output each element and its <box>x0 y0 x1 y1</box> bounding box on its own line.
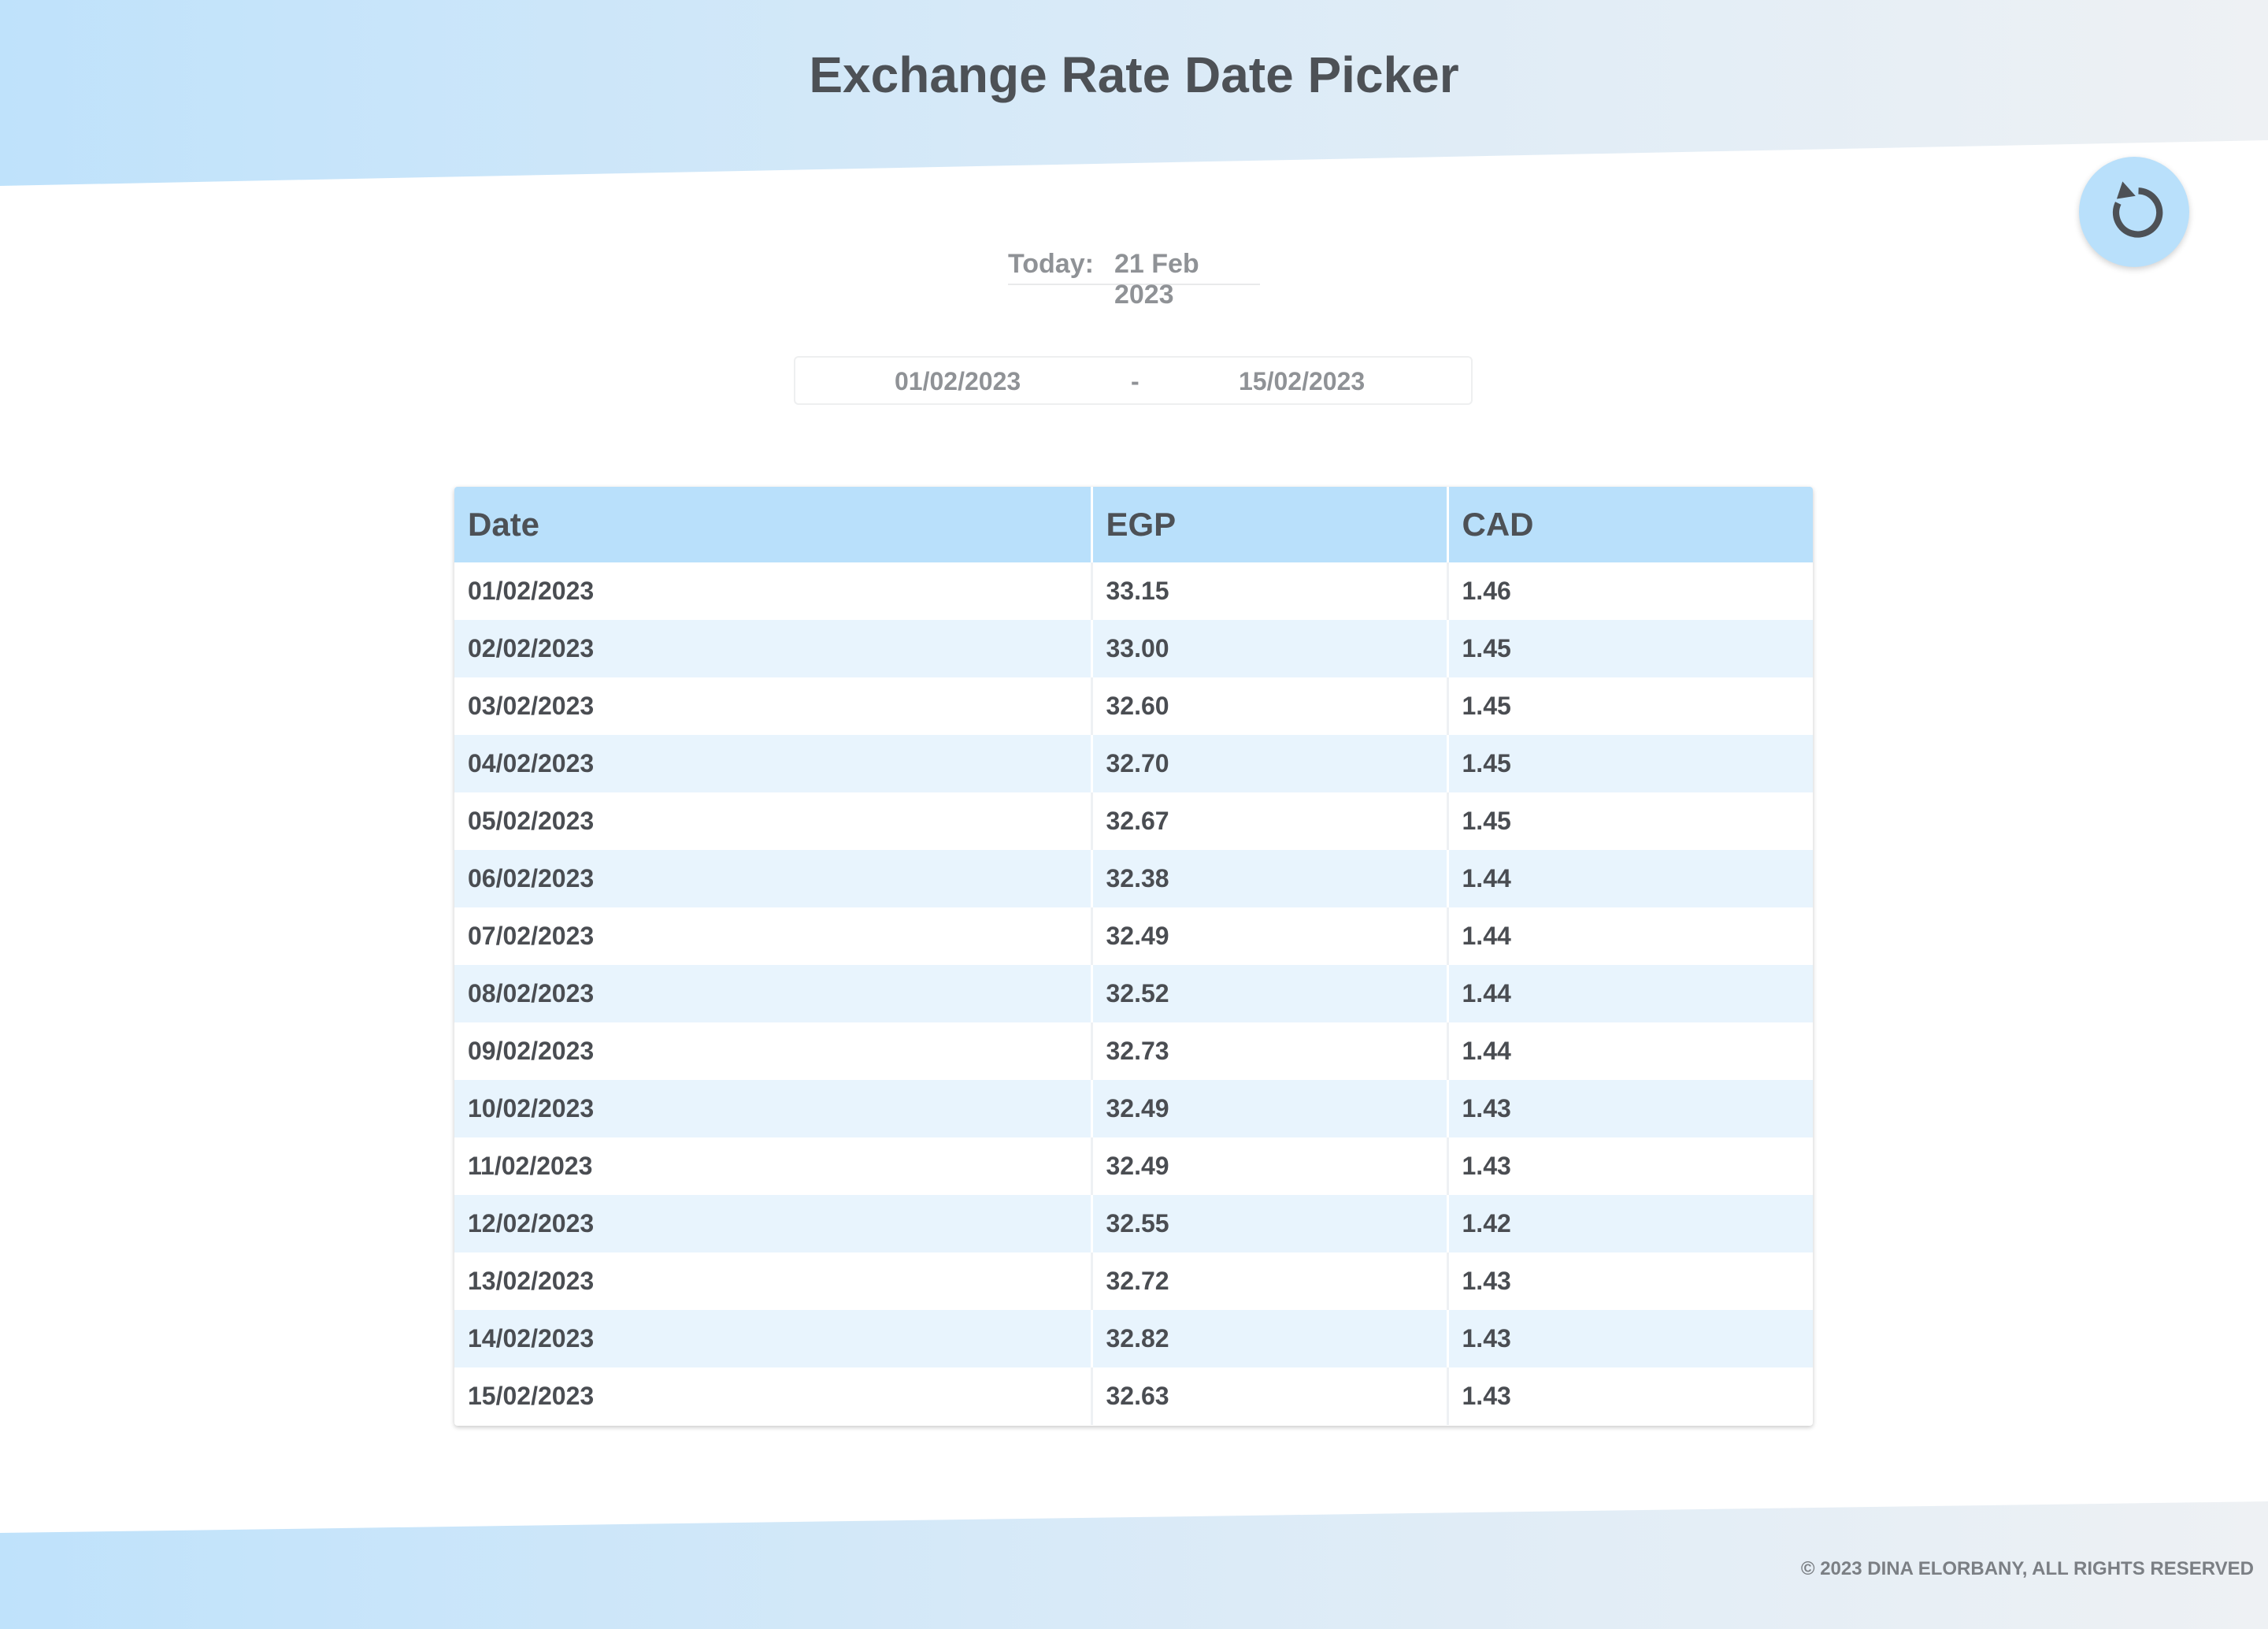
cell-date: 11/02/2023 <box>454 1137 1093 1195</box>
cell-date: 06/02/2023 <box>454 850 1093 907</box>
cell-egp: 33.00 <box>1091 620 1449 677</box>
cell-cad: 1.44 <box>1462 864 1511 892</box>
cell-egp: 32.49 <box>1091 1080 1449 1137</box>
table-row: 13/02/2023 32.72 1.43 <box>454 1252 1813 1310</box>
cell-date: 03/02/2023 <box>454 677 1093 735</box>
range-end-date[interactable]: 15/02/2023 <box>1239 367 1365 396</box>
cell-egp: 32.82 <box>1091 1310 1449 1367</box>
cell-cad: 1.43 <box>1462 1267 1511 1295</box>
cell-date: 07/02/2023 <box>454 907 1093 965</box>
cell-date: 14/02/2023 <box>454 1310 1093 1367</box>
cell-egp: 32.73 <box>1091 1022 1449 1080</box>
cell-cad: 1.44 <box>1462 922 1511 950</box>
cell-cad: 1.45 <box>1462 749 1511 777</box>
table-row: 01/02/2023 33.15 1.46 <box>454 562 1813 620</box>
cell-cad: 1.43 <box>1462 1382 1511 1410</box>
refresh-button[interactable] <box>2079 157 2189 267</box>
cell-date: 15/02/2023 <box>454 1367 1093 1425</box>
cell-date: 12/02/2023 <box>454 1195 1093 1252</box>
today-label: Today: <box>1008 249 1094 279</box>
cell-date: 01/02/2023 <box>454 562 1093 620</box>
table-row: 11/02/2023 32.49 1.43 <box>454 1137 1813 1195</box>
cell-cad: 1.45 <box>1462 807 1511 835</box>
cell-egp: 32.49 <box>1091 1137 1449 1195</box>
column-header-date: Date <box>454 487 1093 562</box>
cell-cad: 1.42 <box>1462 1209 1511 1238</box>
cell-egp: 32.70 <box>1091 735 1449 792</box>
table-row: 09/02/2023 32.73 1.44 <box>454 1022 1813 1080</box>
cell-cad: 1.44 <box>1462 1037 1511 1065</box>
range-separator: - <box>1131 367 1140 395</box>
table-row: 05/02/2023 32.67 1.45 <box>454 792 1813 850</box>
cell-cad: 1.45 <box>1462 634 1511 662</box>
cell-cad: 1.46 <box>1462 577 1511 605</box>
page-title: Exchange Rate Date Picker <box>809 46 1459 103</box>
cell-cad: 1.43 <box>1462 1324 1511 1353</box>
cell-egp: 32.60 <box>1091 677 1449 735</box>
cell-egp: 32.67 <box>1091 792 1449 850</box>
cell-egp: 32.63 <box>1091 1367 1449 1425</box>
table-row: 04/02/2023 32.70 1.45 <box>454 735 1813 792</box>
refresh-icon <box>2112 181 2163 238</box>
table-row: 03/02/2023 32.60 1.45 <box>454 677 1813 735</box>
cell-cad: 1.45 <box>1462 692 1511 720</box>
cell-egp: 32.52 <box>1091 965 1449 1022</box>
exchange-rate-table: Date EGP CAD 01/02/2023 33.15 1.46 02/02… <box>454 487 1813 1426</box>
column-header-egp: EGP <box>1091 487 1449 562</box>
cell-date: 09/02/2023 <box>454 1022 1093 1080</box>
cell-egp: 32.55 <box>1091 1195 1449 1252</box>
copyright-notice: © 2023 DINA ELORBANY, ALL RIGHTS RESERVE… <box>1800 1558 2254 1579</box>
table-row: 15/02/2023 32.63 1.43 <box>454 1367 1813 1425</box>
cell-cad: 1.43 <box>1462 1094 1511 1122</box>
table-row: 02/02/2023 33.00 1.45 <box>454 620 1813 677</box>
today-value: 21 Feb 2023 <box>1114 249 1199 310</box>
cell-egp: 32.72 <box>1091 1252 1449 1310</box>
date-range-picker[interactable]: 01/02/2023 - 15/02/2023 <box>794 356 1473 405</box>
today-display: Today: 21 Feb 2023 <box>1008 249 1260 310</box>
cell-cad: 1.44 <box>1462 979 1511 1007</box>
cell-date: 10/02/2023 <box>454 1080 1093 1137</box>
table-row: 14/02/2023 32.82 1.43 <box>454 1310 1813 1367</box>
cell-date: 13/02/2023 <box>454 1252 1093 1310</box>
column-header-cad: CAD <box>1462 506 1534 543</box>
cell-egp: 33.15 <box>1091 562 1449 620</box>
table-header-row: Date EGP CAD <box>454 487 1813 562</box>
table-row: 10/02/2023 32.49 1.43 <box>454 1080 1813 1137</box>
range-start-date[interactable]: 01/02/2023 <box>895 367 1021 396</box>
cell-egp: 32.49 <box>1091 907 1449 965</box>
cell-egp: 32.38 <box>1091 850 1449 907</box>
table-row: 07/02/2023 32.49 1.44 <box>454 907 1813 965</box>
cell-cad: 1.43 <box>1462 1152 1511 1180</box>
cell-date: 08/02/2023 <box>454 965 1093 1022</box>
cell-date: 04/02/2023 <box>454 735 1093 792</box>
cell-date: 02/02/2023 <box>454 620 1093 677</box>
table-row: 12/02/2023 32.55 1.42 <box>454 1195 1813 1252</box>
table-row: 08/02/2023 32.52 1.44 <box>454 965 1813 1022</box>
table-row: 06/02/2023 32.38 1.44 <box>454 850 1813 907</box>
cell-date: 05/02/2023 <box>454 792 1093 850</box>
